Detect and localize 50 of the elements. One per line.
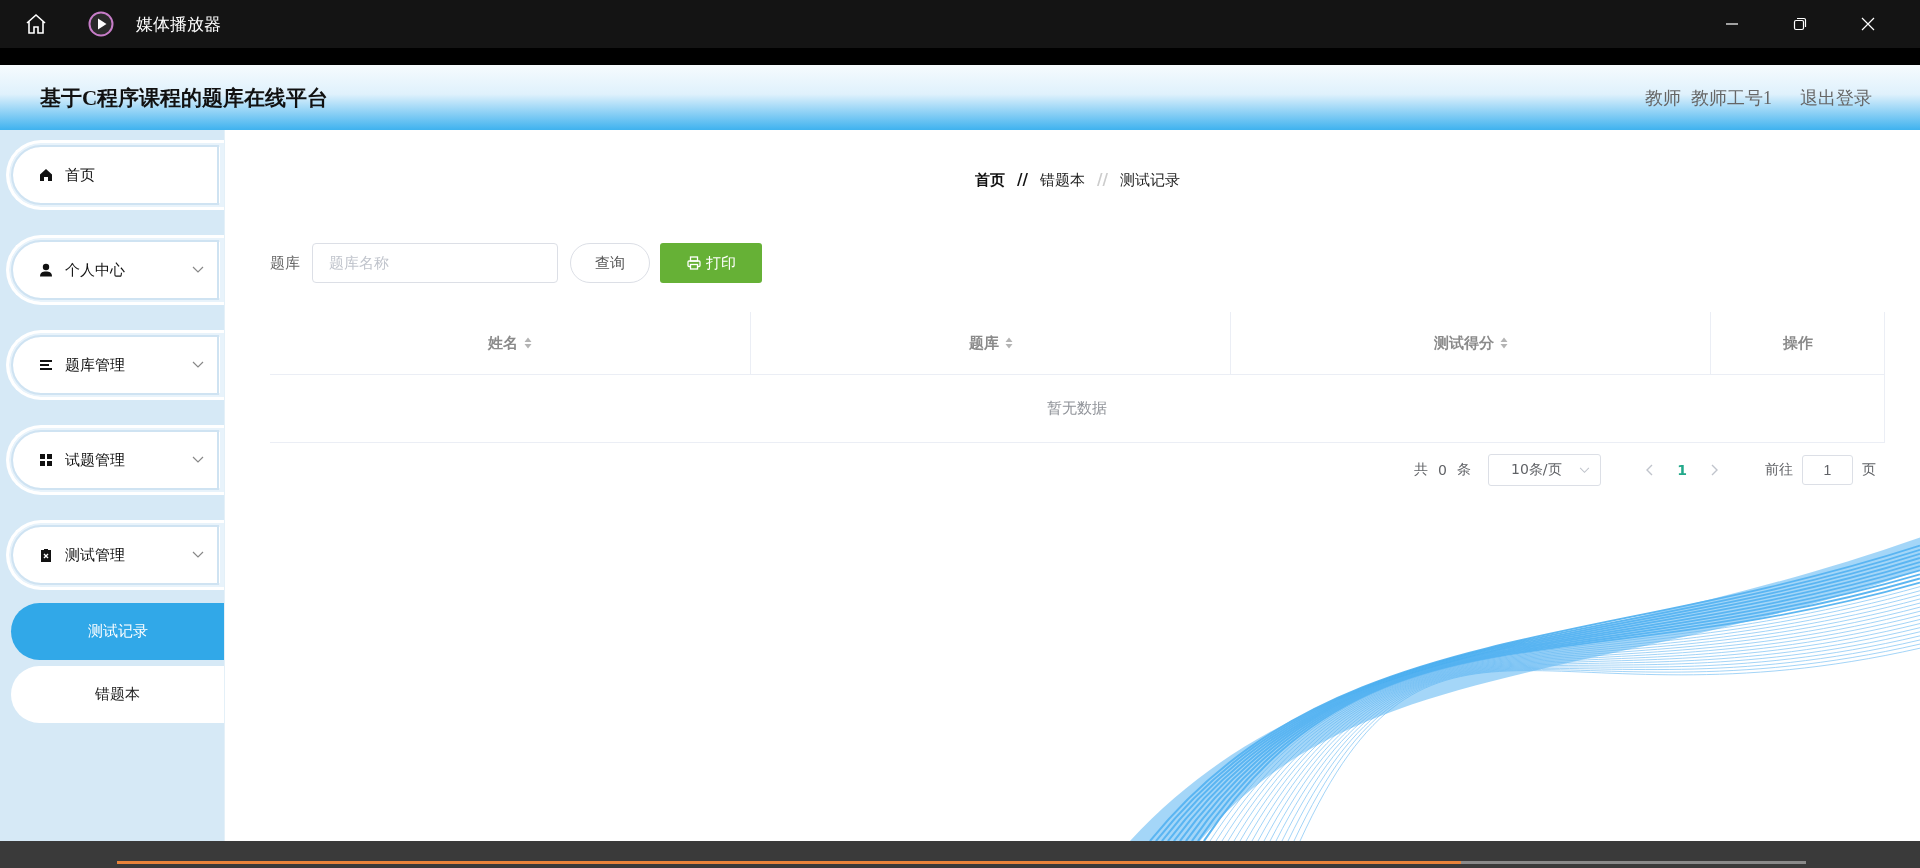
clipboard-icon bbox=[39, 548, 53, 562]
chevron-icon bbox=[192, 456, 204, 464]
chevron-icon bbox=[1579, 466, 1590, 474]
total-label: 条 bbox=[1457, 461, 1471, 479]
sort-icon bbox=[1499, 337, 1508, 349]
breadcrumb-link[interactable]: 错题本 bbox=[1040, 171, 1085, 190]
chevron-icon bbox=[192, 361, 204, 369]
breadcrumb-separator: // bbox=[1097, 171, 1108, 190]
sidebar-item[interactable]: 测试管理 bbox=[6, 520, 224, 590]
page-size-dropdown[interactable]: 10条/页 bbox=[1488, 454, 1601, 486]
query-button[interactable]: 查询 bbox=[570, 243, 650, 283]
user-name: 教师工号1 bbox=[1691, 86, 1772, 110]
window-title: 媒体播放器 bbox=[136, 12, 221, 36]
breadcrumb-separator: // bbox=[1017, 171, 1028, 190]
minimize-icon bbox=[1726, 23, 1738, 25]
close-icon bbox=[1860, 16, 1876, 32]
submenu-item[interactable]: 错题本 bbox=[11, 666, 224, 723]
seek-slider[interactable] bbox=[117, 861, 1806, 864]
sidebar-item[interactable]: 试题管理 bbox=[6, 425, 224, 495]
breadcrumb-link[interactable]: 首页 bbox=[975, 171, 1006, 190]
column-header: 操作 bbox=[1782, 333, 1813, 353]
site-title: 基于C程序课程的题库在线平台 bbox=[40, 84, 329, 112]
list-icon bbox=[39, 358, 53, 372]
breadcrumb-link[interactable]: 测试记录 bbox=[1119, 171, 1180, 190]
grid-icon bbox=[39, 453, 53, 467]
search-field[interactable]: 题库名称 bbox=[312, 243, 558, 283]
search-label: 题库 bbox=[270, 253, 300, 273]
chevron-icon bbox=[192, 551, 204, 559]
sort-icon bbox=[524, 337, 532, 349]
total-label: 共 bbox=[1414, 461, 1429, 479]
user-role: 教师 bbox=[1645, 86, 1681, 110]
home-icon[interactable] bbox=[24, 12, 48, 36]
next-icon[interactable] bbox=[1711, 464, 1719, 476]
chevron-icon bbox=[192, 266, 204, 274]
person-icon bbox=[39, 263, 53, 277]
sort-icon bbox=[1004, 337, 1013, 349]
sidebar-item[interactable]: 首页 bbox=[6, 140, 224, 210]
page-suffix: 页 bbox=[1862, 461, 1876, 479]
empty-message: 暂无数据 bbox=[1047, 399, 1107, 418]
previous-icon[interactable] bbox=[1645, 464, 1653, 476]
logout-link[interactable]: 退出登录 bbox=[1800, 85, 1872, 110]
home-icon bbox=[39, 168, 53, 182]
printer-icon bbox=[686, 256, 701, 270]
sidebar-item[interactable]: 个人中心 bbox=[6, 235, 224, 305]
total-count: 0 bbox=[1438, 462, 1447, 478]
goto-label: 前往 bbox=[1765, 461, 1793, 479]
page-input[interactable]: 1 bbox=[1802, 455, 1853, 485]
sidebar-item[interactable]: 题库管理 bbox=[6, 330, 224, 400]
restore-icon bbox=[1792, 16, 1808, 32]
play-icon bbox=[88, 11, 114, 37]
